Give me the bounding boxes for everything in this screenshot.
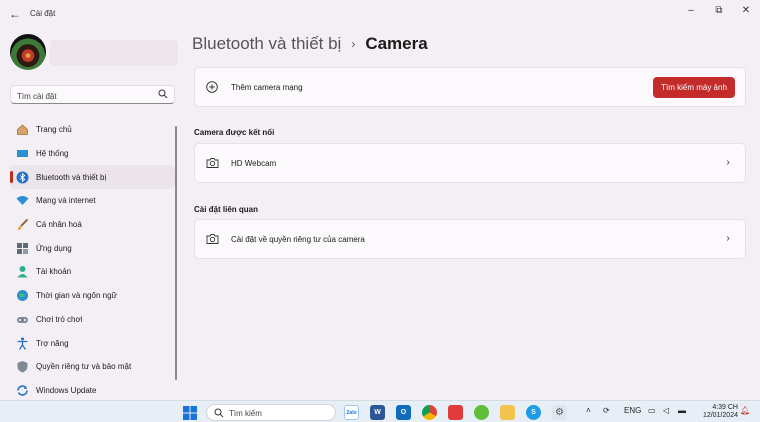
bluetooth-icon — [15, 170, 29, 184]
game-icon[interactable] — [474, 405, 489, 420]
profile-name-redacted — [50, 40, 178, 66]
account-icon — [15, 265, 29, 279]
sidebar-item-gaming[interactable]: Chơi trò chơi — [10, 308, 175, 332]
sidebar-item-label: Cá nhân hoá — [36, 220, 82, 230]
sidebar-item-system[interactable]: Hệ thống — [10, 142, 175, 166]
zalo-icon[interactable]: Zalo — [344, 405, 359, 420]
clock-time: 4:39 CH — [712, 404, 738, 411]
outlook-icon[interactable]: O — [396, 405, 411, 420]
minimize-icon[interactable]: – — [681, 4, 701, 18]
update-icon — [15, 383, 29, 397]
wifi-icon — [15, 194, 29, 208]
app-icon[interactable] — [448, 405, 463, 420]
taskbar-search-placeholder: Tìm kiếm — [229, 409, 262, 418]
add-circle-icon — [205, 80, 219, 94]
language-indicator[interactable]: ENG — [624, 406, 641, 415]
gamepad-icon — [15, 312, 29, 326]
page-title: Camera — [365, 34, 428, 53]
breadcrumb-parent[interactable]: Bluetooth và thiết bị — [192, 34, 341, 54]
network-icon[interactable]: ▭ — [648, 406, 656, 415]
sidebar-item-windows-update[interactable]: Windows Update — [10, 379, 175, 403]
sidebar-item-accessibility[interactable]: Trợ năng — [10, 331, 175, 355]
search-icon — [214, 408, 224, 418]
show-hidden-icons-icon[interactable]: ˄ — [586, 406, 591, 415]
taskbar-search[interactable]: Tìm kiếm — [206, 404, 336, 421]
app-title: Cài đặt — [30, 9, 56, 18]
clock[interactable]: 4:39 CH 12/01/2024 — [696, 404, 738, 420]
connected-cameras-heading: Camera được kết nối — [194, 128, 275, 137]
sidebar-item-label: Trợ năng — [36, 338, 69, 348]
breadcrumb: Bluetooth và thiết bị › Camera — [192, 34, 428, 54]
camera-icon — [205, 156, 219, 170]
sidebar-item-bluetooth[interactable]: Bluetooth và thiết bị — [10, 165, 175, 190]
camera-privacy-label: Cài đặt về quyền riêng tư của camera — [231, 234, 365, 244]
volume-icon[interactable]: ◁ — [663, 406, 669, 415]
globe-clock-icon — [15, 289, 29, 303]
avatar[interactable] — [10, 34, 46, 70]
settings-icon[interactable]: ⚙ — [552, 405, 567, 420]
search-input[interactable] — [11, 88, 151, 105]
search-cameras-button[interactable]: Tìm kiếm máy ảnh — [653, 77, 735, 98]
sidebar-item-label: Ứng dụng — [36, 243, 72, 253]
notification-bell-icon[interactable]: 🔔︎ — [740, 406, 750, 415]
clock-date: 12/01/2024 — [702, 412, 738, 419]
sidebar-item-network[interactable]: Mạng và internet — [10, 189, 175, 213]
battery-icon[interactable]: ▬ — [678, 406, 686, 415]
close-icon[interactable]: ✕ — [736, 4, 756, 18]
search-settings-field[interactable] — [10, 85, 175, 105]
sidebar-nav: Trang chủ Hệ thống Bluetooth và thiết bị… — [10, 118, 175, 402]
skype-icon[interactable]: S — [526, 405, 541, 420]
sidebar-item-label: Chơi trò chơi — [36, 314, 83, 324]
breadcrumb-separator: › — [351, 37, 356, 51]
sidebar-item-time-language[interactable]: Thời gian và ngôn ngữ — [10, 284, 175, 308]
taskbar: Tìm kiếm Zalo W O S ⚙ ˄ ⟳ ENG ▭ ◁ ▬ 4:39… — [0, 400, 760, 422]
sidebar-item-label: Tài khoản — [36, 267, 72, 277]
add-network-camera-card: Thêm camera mạng Tìm kiếm máy ảnh — [194, 67, 746, 107]
system-icon — [15, 147, 29, 161]
word-icon[interactable]: W — [370, 405, 385, 420]
file-explorer-icon[interactable] — [500, 405, 515, 420]
sidebar-item-apps[interactable]: Ứng dụng — [10, 236, 175, 260]
title-bar: ← Cài đặt – ⧉ ✕ — [0, 0, 760, 28]
sidebar-item-label: Hệ thống — [36, 149, 69, 159]
search-icon[interactable] — [158, 89, 168, 99]
settings-window: ← Cài đặt – ⧉ ✕ Trang chủ Hệ thống — [0, 0, 760, 400]
camera-privacy-settings-link[interactable]: Cài đặt về quyền riêng tư của camera › — [194, 219, 746, 259]
accessibility-icon — [15, 336, 29, 350]
chevron-right-icon: › — [726, 157, 730, 168]
sidebar-item-label: Trang chủ — [36, 125, 72, 135]
sidebar-item-accounts[interactable]: Tài khoản — [10, 260, 175, 284]
restore-icon[interactable]: ⧉ — [709, 4, 729, 18]
camera-item-hd-webcam[interactable]: HD Webcam › — [194, 143, 746, 183]
sidebar-item-label: Thời gian và ngôn ngữ — [36, 291, 117, 301]
home-icon — [15, 123, 29, 137]
sidebar-scrollbar[interactable] — [175, 126, 177, 380]
camera-name: HD Webcam — [231, 158, 277, 168]
sidebar-item-personalization[interactable]: Cá nhân hoá — [10, 213, 175, 237]
apps-icon — [15, 241, 29, 255]
chrome-icon[interactable] — [422, 405, 437, 420]
windows-start-icon[interactable] — [183, 406, 197, 420]
shield-icon — [15, 360, 29, 374]
camera-icon — [205, 232, 219, 246]
sidebar-item-label: Mạng và internet — [36, 196, 96, 206]
sidebar-item-privacy[interactable]: Quyền riêng tư và bảo mật — [10, 355, 175, 379]
sidebar-item-label: Quyền riêng tư và bảo mật — [36, 362, 132, 372]
brush-icon — [15, 218, 29, 232]
chevron-right-icon: › — [726, 233, 730, 244]
sidebar-item-label: Windows Update — [36, 385, 97, 395]
related-settings-heading: Cài đặt liên quan — [194, 205, 259, 214]
sync-icon[interactable]: ⟳ — [603, 406, 610, 415]
back-arrow-icon[interactable]: ← — [8, 7, 22, 21]
sidebar-item-home[interactable]: Trang chủ — [10, 118, 175, 142]
sidebar-item-label: Bluetooth và thiết bị — [36, 172, 107, 182]
